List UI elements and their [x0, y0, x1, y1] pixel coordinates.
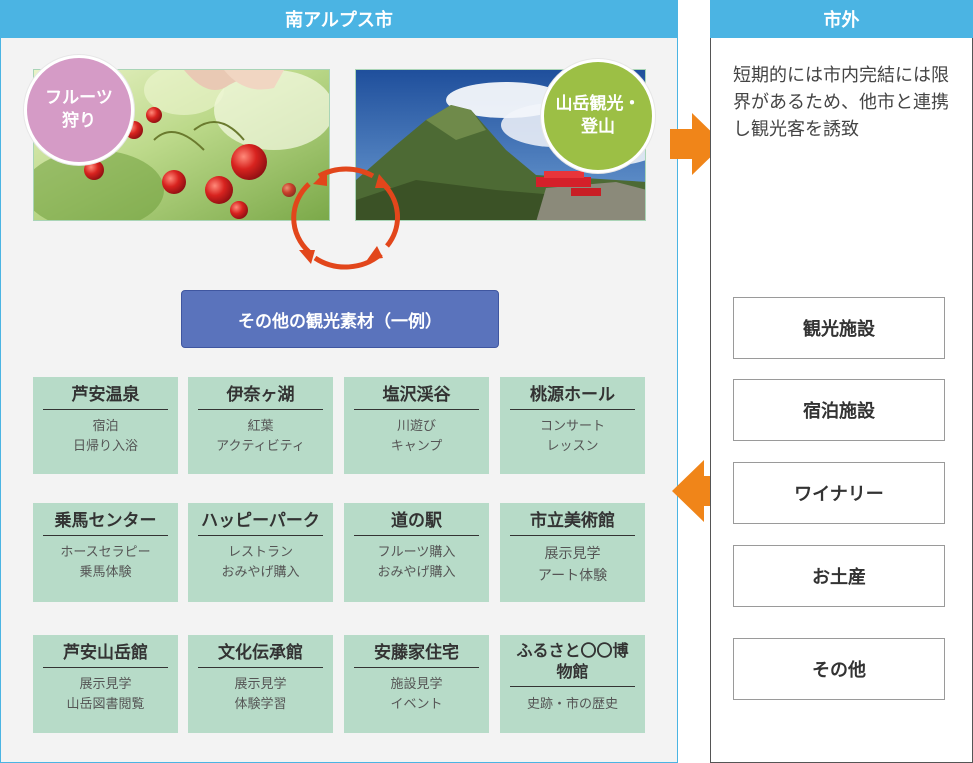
mountain-tourism-label: 山岳観光・登山	[555, 94, 641, 137]
tile-desc-line: アクティビティ	[216, 438, 305, 454]
outside-box-tourist-facilities: 観光施設	[733, 297, 945, 359]
outside-box-label: その他	[812, 660, 866, 681]
tile-title: 芦安山岳館	[43, 642, 168, 669]
tile-desc-line: おみやげ購入	[221, 564, 300, 580]
tile-shiozawa-keikoku: 塩沢渓谷 川遊び キャンプ	[344, 377, 489, 474]
tile-desc: フルーツ購入 おみやげ購入	[377, 543, 455, 582]
tile-desc: 施設見学 イベント	[390, 675, 442, 714]
tile-desc-line: おみやげ購入	[377, 564, 456, 580]
tile-desc: ホースセラピー 乗馬体験	[60, 543, 150, 582]
tile-hometown-museum: ふるさと〇〇博物館 史跡・市の歴史	[500, 635, 645, 733]
tile-desc-line: 日帰り入浴	[72, 438, 138, 454]
tile-title: 伊奈ヶ湖	[198, 384, 323, 411]
tile-desc-line: 山岳図書閲覧	[66, 696, 145, 712]
tile-desc-line: レッスン	[546, 438, 599, 454]
outside-box-accommodation: 宿泊施設	[733, 379, 945, 441]
tile-inagako: 伊奈ヶ湖 紅葉 アクティビティ	[188, 377, 333, 474]
tile-title: 文化伝承館	[198, 642, 323, 669]
fruit-picking-label: フルーツ狩り	[45, 88, 113, 131]
tile-desc-line: 施設見学	[390, 677, 443, 693]
tile-desc-line: アート体験	[537, 568, 608, 585]
outside-panel-title: 市外	[823, 10, 860, 31]
tile-desc: 展示見学 アート体験	[538, 543, 607, 588]
tile-togen-hall: 桃源ホール コンサート レッスン	[500, 377, 645, 474]
tile-desc-line: 展示見学	[234, 677, 287, 693]
tile-title: 乗馬センター	[43, 510, 168, 537]
tile-title: 芦安温泉	[43, 384, 168, 411]
mountain-tourism-badge: 山岳観光・登山	[541, 59, 655, 173]
tile-desc: 史跡・市の歴史	[527, 695, 618, 715]
tile-desc-line: 川遊び	[396, 419, 436, 435]
tile-desc-line: 体験学習	[234, 696, 287, 712]
outside-box-souvenir: お土産	[733, 545, 945, 607]
other-resources-label: その他の観光素材（一例）	[238, 311, 442, 332]
tile-desc: 宿泊 日帰り入浴	[73, 417, 138, 456]
tile-desc: 展示見学 体験学習	[234, 675, 286, 714]
outside-panel-header: 市外	[710, 0, 973, 38]
tile-art-museum: 市立美術館 展示見学 アート体験	[500, 503, 645, 602]
tile-title: 安藤家住宅	[354, 642, 479, 669]
tile-title: 道の駅	[354, 510, 479, 537]
tile-desc-line: 史跡・市の歴史	[526, 696, 618, 712]
tile-michi-no-eki: 道の駅 フルーツ購入 おみやげ購入	[344, 503, 489, 602]
tile-desc-line: レストラン	[227, 545, 293, 561]
outside-box-label: 観光施設	[803, 319, 875, 340]
cycle-arrows-icon	[291, 166, 400, 270]
outside-box-label: ワイナリー	[794, 484, 884, 505]
city-panel-header: 南アルプス市	[0, 0, 678, 38]
outside-box-winery: ワイナリー	[733, 462, 945, 524]
outside-box-label: 宿泊施設	[803, 401, 875, 422]
tile-desc-line: 乗馬体験	[79, 564, 132, 580]
tile-desc: 紅葉 アクティビティ	[216, 417, 305, 456]
tile-desc-line: 紅葉	[247, 419, 274, 435]
tile-title: ハッピーパーク	[198, 510, 323, 537]
tile-title: 市立美術館	[510, 510, 635, 537]
outside-box-label: お土産	[812, 567, 866, 588]
tile-ando-residence: 安藤家住宅 施設見学 イベント	[344, 635, 489, 733]
tile-riding-center: 乗馬センター ホースセラピー 乗馬体験	[33, 503, 178, 602]
outside-note: 短期的には市内完結には限界があるため、他市と連携し観光客を誘致	[733, 65, 949, 140]
outside-box-other: その他	[733, 638, 945, 700]
tile-desc: コンサート レッスン	[540, 417, 605, 456]
tile-desc-line: コンサート	[539, 419, 605, 435]
tile-desc-line: 展示見学	[544, 546, 601, 563]
tile-desc-line: キャンプ	[390, 438, 443, 454]
tile-title: 桃源ホール	[510, 384, 635, 411]
tile-desc-line: フルーツ購入	[377, 545, 456, 561]
tile-ashiyasu-onsen: 芦安温泉 宿泊 日帰り入浴	[33, 377, 178, 474]
tile-title: ふるさと〇〇博物館	[510, 641, 635, 687]
tile-desc-line: イベント	[390, 696, 443, 712]
tile-title: 塩沢渓谷	[354, 384, 479, 411]
tile-desc-line: 展示見学	[79, 677, 132, 693]
tile-mountain-museum: 芦安山岳館 展示見学 山岳図書閲覧	[33, 635, 178, 733]
city-panel-title: 南アルプス市	[285, 10, 393, 31]
fruit-picking-badge: フルーツ狩り	[24, 55, 134, 165]
tile-desc-line: 宿泊	[92, 419, 119, 435]
tile-desc: レストラン おみやげ購入	[221, 543, 299, 582]
other-resources-banner: その他の観光素材（一例）	[181, 290, 499, 348]
tile-desc: 展示見学 山岳図書閲覧	[66, 675, 144, 714]
tile-desc-line: ホースセラピー	[60, 545, 151, 561]
tile-culture-hall: 文化伝承館 展示見学 体験学習	[188, 635, 333, 733]
tile-happy-park: ハッピーパーク レストラン おみやげ購入	[188, 503, 333, 602]
tile-desc: 川遊び キャンプ	[391, 417, 443, 456]
